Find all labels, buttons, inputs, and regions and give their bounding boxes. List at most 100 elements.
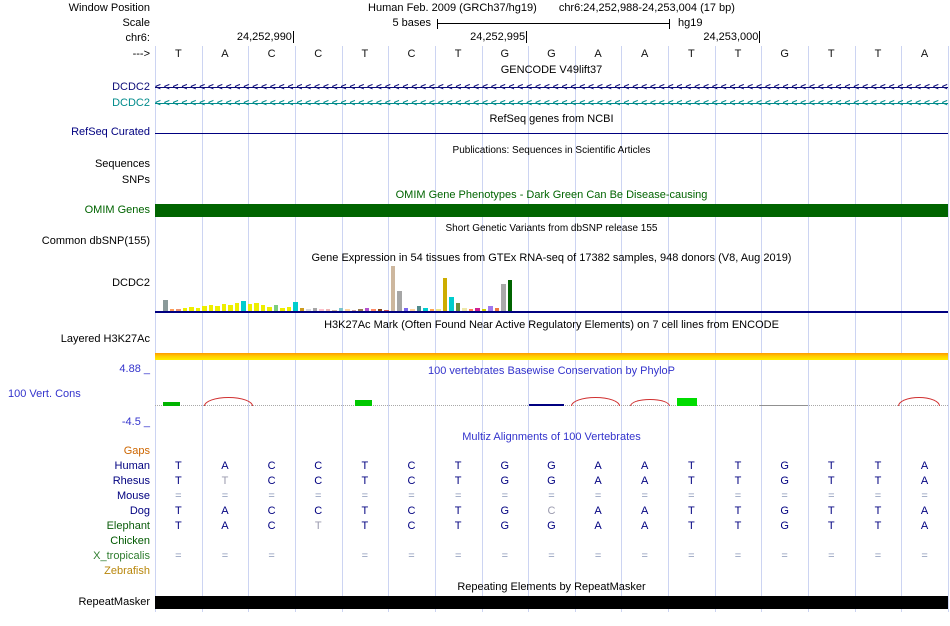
alignment-base: T: [361, 475, 369, 487]
alignment-base: T: [314, 520, 322, 532]
multiz-row-gaps[interactable]: Gaps: [0, 444, 950, 459]
alignment-base: T: [454, 505, 462, 517]
gene-transcript[interactable]: <<<<<<<<<<<<<<<<<<<<<<<<<<<<<<<<<<<<<<<<…: [155, 97, 948, 110]
header-position-line: Human Feb. 2009 (GRCh37/hg19) chr6:24,252…: [155, 2, 948, 14]
cons-box: [163, 402, 180, 406]
conservation-track-title[interactable]: 100 vertebrates Basewise Conservation by…: [155, 365, 948, 378]
dbsnp-track-title[interactable]: Short Genetic Variants from dbSNP releas…: [155, 222, 948, 235]
repeatmasker-track-title[interactable]: Repeating Elements by RepeatMasker: [155, 581, 948, 594]
species-label[interactable]: Dog: [0, 504, 150, 519]
alignment-base: =: [361, 550, 369, 562]
species-label[interactable]: Chicken: [0, 534, 150, 549]
gtex-track-title[interactable]: Gene Expression in 54 tissues from GTEx …: [155, 252, 948, 265]
gtex-gene-label[interactable]: DCDC2: [0, 277, 150, 290]
cons-line: [759, 405, 809, 406]
alignment-base: C: [314, 460, 323, 472]
alignment-base: T: [361, 520, 369, 532]
alignment-base: T: [361, 505, 369, 517]
ruler-tick: 24,252,990: [184, 31, 294, 43]
gencode-track-title[interactable]: GENCODE V49lift37: [155, 64, 948, 77]
gtex-tissue-bar: [247, 304, 252, 311]
alignment-base: T: [361, 460, 369, 472]
gtex-tissue-bar: [163, 300, 168, 311]
multiz-row-dog[interactable]: Dog T A C C T C T G C A A T T G T T A: [0, 504, 950, 519]
alignment-base: =: [594, 490, 602, 502]
omim-track-title[interactable]: OMIM Gene Phenotypes - Dark Green Can Be…: [155, 189, 948, 202]
position-ruler[interactable]: 24,252,990 24,252,995 24,253,000: [0, 31, 950, 45]
dna-base: G: [500, 48, 510, 60]
alignment-base: =: [221, 550, 229, 562]
dna-sequence-row[interactable]: TACCTCTGGAATTGTTA: [155, 48, 948, 60]
alignment-base: C: [407, 505, 416, 517]
alignment-base: T: [827, 520, 835, 532]
alignment-base: G: [780, 520, 789, 532]
alignment-base: =: [548, 550, 555, 562]
dna-base: T: [361, 48, 369, 60]
alignment-base: =: [408, 490, 415, 502]
cons-arc: [203, 397, 253, 406]
species-label[interactable]: Rhesus: [0, 474, 150, 489]
gene-label-dcdc2-1[interactable]: DCDC2: [0, 97, 150, 110]
species-label[interactable]: Gaps: [0, 444, 150, 459]
alignment-base: =: [408, 550, 415, 562]
gtex-tissue-bar: [293, 302, 298, 311]
omim-genes-label[interactable]: OMIM Genes: [0, 204, 150, 217]
h3k27ac-signal-band[interactable]: [155, 353, 948, 360]
alignment-base: G: [547, 475, 556, 487]
snps-track-label[interactable]: SNPs: [0, 174, 150, 187]
species-label[interactable]: Zebrafish: [0, 564, 150, 579]
species-label[interactable]: X_tropicalis: [0, 549, 150, 564]
species-label[interactable]: Mouse: [0, 489, 150, 504]
multiz-row-human[interactable]: Human T A C C T C T G G A A T T G T T A: [0, 459, 950, 474]
species-label[interactable]: Human: [0, 459, 150, 474]
multiz-row-chicken[interactable]: Chicken: [0, 534, 950, 549]
alignment-base: C: [267, 475, 276, 487]
publications-track-title[interactable]: Publications: Sequences in Scientific Ar…: [155, 144, 948, 157]
conservation-signal-area[interactable]: [155, 378, 948, 428]
window-position-label: Window Position: [68, 2, 150, 14]
alignment-base: T: [454, 460, 462, 472]
gene-transcript[interactable]: <<<<<<<<<<<<<<<<<<<<<<<<<<<<<<<<<<<<<<<<…: [155, 81, 948, 94]
alignment-base: =: [641, 550, 648, 562]
multiz-row-x_tropicalis[interactable]: X_tropicalis = = = = = = = = = = = = = = = =: [0, 549, 950, 564]
alignment-base: G: [780, 460, 789, 472]
alignment-base: =: [454, 490, 462, 502]
multiz-row-elephant[interactable]: Elephant T A C T T C T G G A A T T G T T A: [0, 519, 950, 534]
gene-label-dcdc2-0[interactable]: DCDC2: [0, 81, 150, 94]
refseq-curated-label[interactable]: RefSeq Curated: [0, 126, 150, 139]
alignment-base: =: [221, 490, 229, 502]
alignment-base: C: [267, 520, 276, 532]
dbsnp-track-label[interactable]: Common dbSNP(155): [0, 235, 150, 248]
tick-mark-icon: [759, 31, 761, 43]
gtex-baseline: [155, 311, 948, 313]
omim-gene-bar[interactable]: [155, 204, 948, 217]
repeatmasker-element-bar[interactable]: [155, 596, 948, 609]
species-label[interactable]: Elephant: [0, 519, 150, 534]
multiz-row-rhesus[interactable]: Rhesus T T C C T C T G G A A T T G T T A: [0, 474, 950, 489]
repeatmasker-track-label[interactable]: RepeatMasker: [0, 596, 150, 609]
ruler-tick-label: 24,252,990: [236, 31, 292, 43]
h3k27ac-track-label[interactable]: Layered H3K27Ac: [0, 333, 150, 346]
alignment-base: =: [734, 490, 742, 502]
multiz-track-title[interactable]: Multiz Alignments of 100 Vertebrates: [155, 431, 948, 444]
h3k27ac-track-title[interactable]: H3K27Ac Mark (Often Found Near Active Re…: [155, 319, 948, 332]
dna-base: T: [734, 48, 742, 60]
gtex-expression-bars[interactable]: [163, 265, 512, 311]
sequences-track-label[interactable]: Sequences: [0, 158, 150, 171]
alignment-base: T: [688, 460, 695, 472]
alignment-base: =: [175, 490, 182, 502]
alignment-cells: TTCCTCTGGAATTGTTA: [155, 474, 948, 489]
alignment-base: T: [688, 475, 695, 487]
alignment-base: =: [315, 490, 322, 502]
multiz-row-zebrafish[interactable]: Zebrafish: [0, 564, 950, 579]
position-text: chr6:24,252,988-24,253,004 (17 bp): [558, 2, 735, 14]
refseq-track-title[interactable]: RefSeq genes from NCBI: [155, 113, 948, 126]
conservation-track-label[interactable]: 100 Vert. Cons: [8, 388, 81, 400]
alignment-base: T: [454, 475, 462, 487]
gtex-tissue-bar: [221, 304, 226, 311]
alignment-base: T: [221, 475, 229, 487]
dna-base: A: [641, 48, 649, 60]
alignment-base: =: [781, 550, 788, 562]
refseq-gene-line[interactable]: [155, 133, 948, 134]
multiz-row-mouse[interactable]: Mouse = = = = = = = = = = = = = = = = =: [0, 489, 950, 504]
